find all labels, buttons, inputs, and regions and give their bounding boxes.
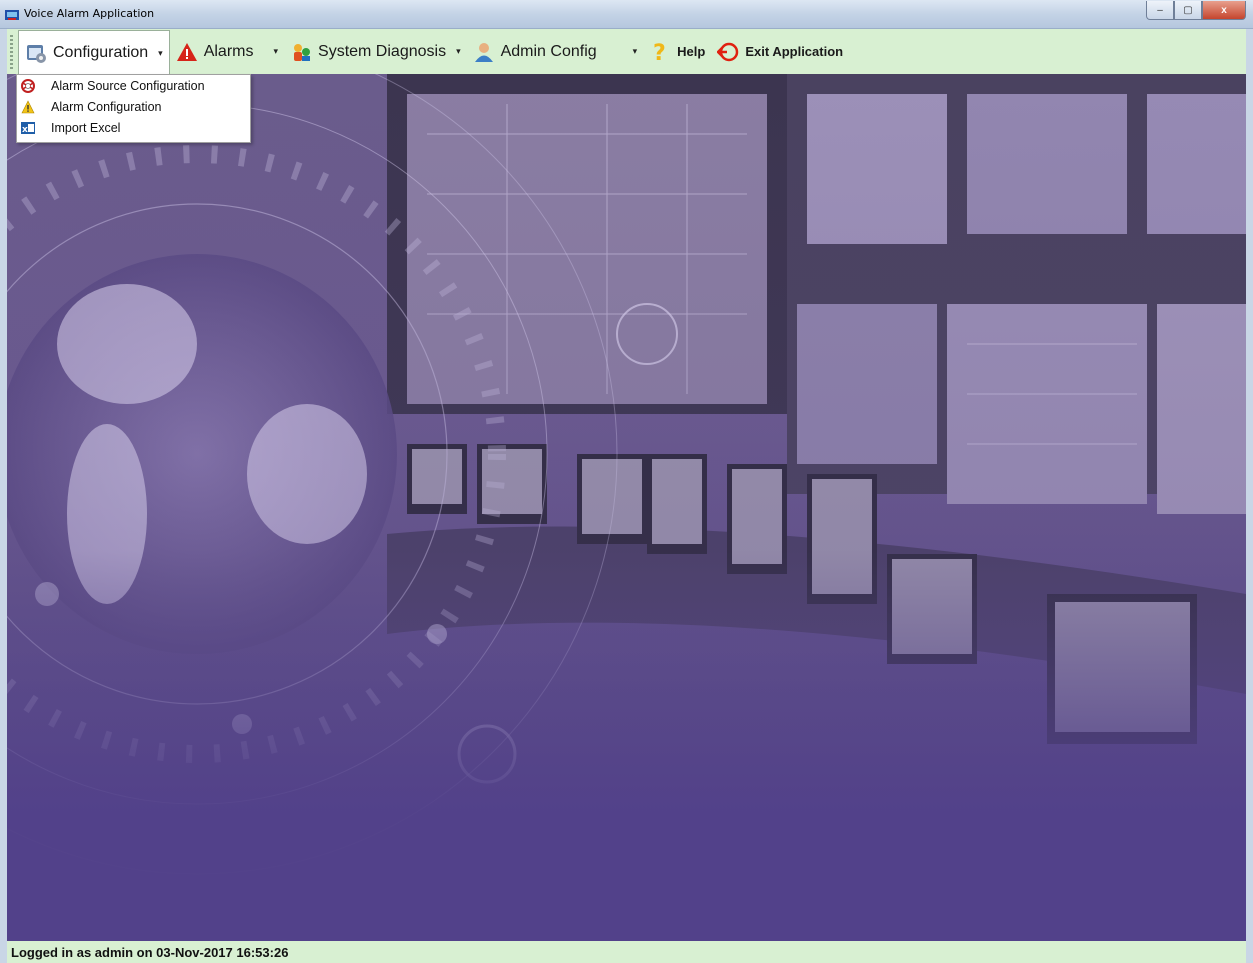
menu-system-diagnosis-label: System Diagnosis	[318, 42, 447, 60]
diagnosis-icon	[290, 41, 312, 63]
main-background	[7, 74, 1246, 941]
menu-exit-application-label: Exit Application	[745, 44, 844, 59]
menu-admin-config[interactable]: Admin Config	[467, 32, 603, 72]
menu-configuration[interactable]: Configuration ▾	[18, 30, 170, 75]
menu-help[interactable]: ? Help	[643, 32, 711, 72]
excel-icon: x	[21, 121, 35, 135]
admin-user-icon	[473, 41, 495, 63]
close-button[interactable]: x	[1202, 1, 1246, 20]
menu-help-label: Help	[677, 44, 706, 59]
menu-alarms-label: Alarms	[203, 42, 254, 60]
menu-admin-config-label: Admin Config	[500, 42, 597, 60]
login-status-text: Logged in as admin on 03-Nov-2017 16:53:…	[11, 944, 289, 960]
svg-text:?: ?	[653, 41, 666, 63]
maximize-button[interactable]: ▢	[1174, 1, 1202, 20]
lifebuoy-icon	[21, 78, 35, 93]
menu-exit-application[interactable]: Exit Application	[711, 32, 849, 72]
window-controls: – ▢ x	[1146, 1, 1246, 20]
menu-item-label: Import Excel	[51, 120, 121, 135]
control-room-background-image	[7, 74, 1246, 941]
minimize-button[interactable]: –	[1146, 1, 1174, 20]
exit-icon	[716, 41, 739, 63]
chevron-down-icon[interactable]: ▾	[456, 46, 461, 57]
menu-item-label: Alarm Source Configuration	[51, 78, 205, 93]
menu-item-label: Alarm Configuration	[51, 99, 162, 114]
window-title: Voice Alarm Application	[24, 7, 155, 20]
menu-bar: Configuration ▾ Alarms ▾ System Diagnosi…	[7, 29, 1246, 75]
menu-item-import-excel[interactable]: x Import Excel	[17, 117, 250, 138]
window-titlebar: Voice Alarm Application – ▢ x	[0, 0, 1253, 29]
menu-configuration-label: Configuration	[53, 44, 149, 61]
warning-icon	[21, 99, 35, 114]
configuration-icon	[25, 42, 47, 64]
alarm-warning-icon	[176, 41, 198, 63]
help-icon: ?	[649, 41, 671, 66]
menu-grip	[10, 34, 13, 69]
chevron-down-icon[interactable]: ▾	[633, 46, 638, 57]
chevron-down-icon[interactable]: ▾	[158, 48, 163, 59]
svg-text:x: x	[22, 125, 28, 135]
menu-alarms[interactable]: Alarms	[170, 32, 260, 72]
menu-item-alarm-configuration[interactable]: Alarm Configuration	[17, 96, 250, 117]
status-bar: Logged in as admin on 03-Nov-2017 16:53:…	[7, 941, 1246, 963]
app-icon	[5, 8, 19, 20]
configuration-dropdown-menu: Alarm Source Configuration Alarm Configu…	[16, 74, 251, 143]
chevron-down-icon[interactable]: ▾	[273, 46, 278, 57]
menu-item-alarm-source-configuration[interactable]: Alarm Source Configuration	[17, 75, 250, 96]
menu-system-diagnosis[interactable]: System Diagnosis ▾	[284, 32, 467, 72]
